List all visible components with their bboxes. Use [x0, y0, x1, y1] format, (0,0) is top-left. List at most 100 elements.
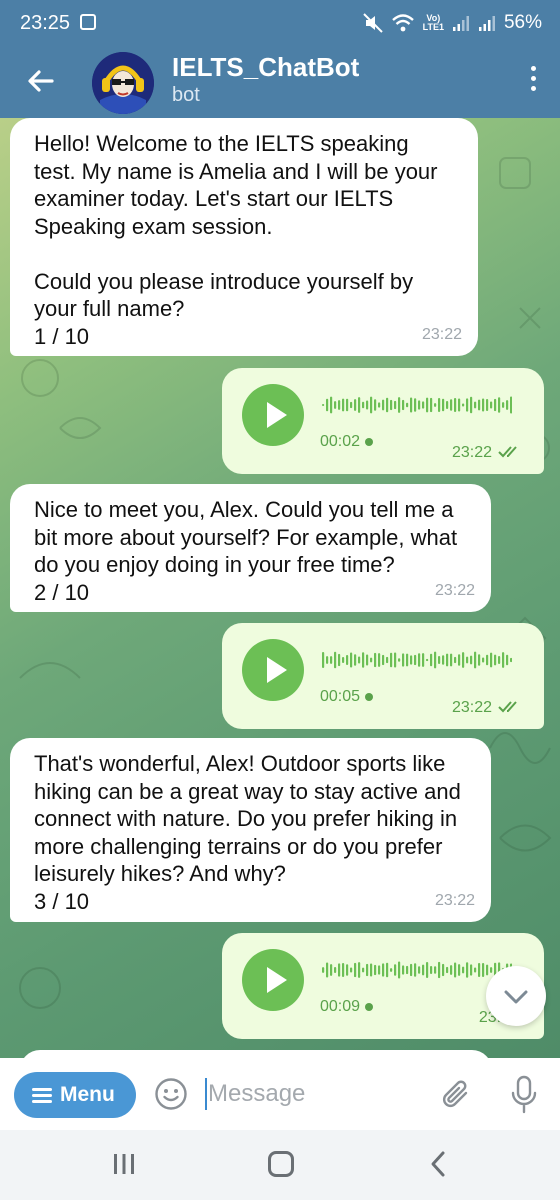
waveform-bar	[386, 962, 389, 978]
chat-area[interactable]: Hello! Welcome to the IELTS speaking tes…	[0, 118, 560, 1058]
waveform-bar	[346, 398, 349, 412]
waveform-bar	[490, 652, 493, 668]
waveform-bar	[346, 654, 349, 666]
message-text: That's wonderful, Alex! Outdoor sports l…	[34, 751, 461, 914]
waveform-bar	[442, 655, 445, 665]
hamburger-icon	[32, 1085, 52, 1106]
waveform-bar	[422, 401, 425, 409]
message-time: 23:22	[434, 891, 475, 909]
waveform-bar	[330, 656, 333, 664]
message-time-row: 23:22	[452, 439, 522, 467]
waveform-bar	[410, 655, 413, 665]
waveform-bar	[434, 403, 437, 407]
incoming-message[interactable]: Hello! Welcome to the IELTS speaking tes…	[10, 118, 478, 356]
waveform-bar	[374, 964, 377, 976]
waveform-bar	[382, 399, 385, 411]
incoming-message[interactable]: That's wonderful, Alex! Outdoor sports l…	[10, 738, 491, 922]
waveform-bar	[494, 654, 497, 666]
waveform-bar	[342, 963, 345, 977]
waveform-bar	[510, 657, 512, 663]
waveform-icon[interactable]	[322, 957, 512, 983]
waveform-bar	[438, 655, 441, 665]
waveform-bar	[394, 652, 397, 668]
back-arrow-icon[interactable]	[24, 64, 58, 98]
waveform-bar	[454, 962, 457, 978]
waveform-bar	[454, 398, 457, 412]
message-input[interactable]	[208, 1076, 408, 1112]
menu-label: Menu	[60, 1083, 115, 1106]
waveform-icon[interactable]	[322, 647, 512, 673]
waveform-bar	[446, 966, 449, 974]
waveform-bar	[422, 653, 425, 667]
waveform-bar	[394, 400, 397, 410]
signal-icon-2	[478, 16, 495, 31]
waveform-bar	[358, 656, 361, 664]
waveform-bar	[470, 655, 473, 665]
menu-button[interactable]: Menu	[14, 1072, 136, 1118]
voice-message[interactable]: 00:05 23:22	[222, 623, 544, 729]
waveform-bar	[378, 653, 381, 667]
waveform-bar	[326, 656, 329, 664]
waveform-bar	[398, 397, 401, 413]
waveform-bar	[486, 399, 489, 411]
waveform-bar	[470, 396, 473, 414]
waveform-bar	[506, 654, 509, 666]
home-icon[interactable]	[268, 1151, 294, 1177]
double-check-icon	[498, 701, 517, 713]
waveform-bar	[510, 396, 512, 414]
waveform-bar	[350, 652, 353, 668]
incoming-message[interactable]: Nice to meet you, Alex. Could you tell m…	[10, 484, 491, 612]
waveform-bar	[406, 653, 409, 667]
waveform-bar	[322, 652, 325, 668]
waveform-bar	[394, 964, 397, 976]
waveform-bar	[350, 401, 353, 409]
waveform-bar	[322, 967, 325, 973]
waveform-bar	[458, 654, 461, 666]
microphone-icon[interactable]	[510, 1075, 538, 1115]
waveform-bar	[482, 963, 485, 977]
waveform-bar	[494, 398, 497, 412]
chat-title[interactable]: IELTS_ChatBot	[172, 52, 359, 83]
voice-duration: 00:05	[320, 683, 374, 711]
waveform-bar	[482, 398, 485, 412]
waveform-bar	[414, 398, 417, 412]
waveform-bar	[402, 399, 405, 411]
text-cursor	[205, 1078, 207, 1110]
voice-message[interactable]: 00:02 23:22	[222, 368, 544, 474]
unplayed-dot	[365, 437, 374, 446]
waveform-bar	[354, 399, 357, 411]
emoji-icon[interactable]	[154, 1077, 188, 1111]
more-options-icon[interactable]	[528, 66, 538, 96]
waveform-bar	[342, 657, 345, 663]
waveform-bar	[466, 656, 469, 664]
scroll-down-button[interactable]	[486, 966, 546, 1026]
message-time: 23:22	[421, 325, 462, 343]
paperclip-icon[interactable]	[440, 1077, 474, 1113]
waveform-bar	[466, 962, 469, 978]
play-button[interactable]	[242, 384, 304, 446]
waveform-bar	[322, 404, 325, 406]
waveform-bar	[434, 966, 437, 974]
waveform-bar	[490, 401, 493, 409]
incoming-message-partial[interactable]	[20, 1050, 492, 1058]
waveform-bar	[462, 403, 465, 407]
gallery-notification-icon	[80, 14, 96, 30]
waveform-bar	[342, 398, 345, 412]
waveform-bar	[402, 965, 405, 975]
play-button[interactable]	[242, 639, 304, 701]
waveform-bar	[326, 962, 329, 978]
avatar[interactable]	[92, 52, 154, 114]
status-bar: 23:25 Vo) LTE1 56%	[0, 0, 560, 46]
waveform-bar	[338, 653, 341, 667]
waveform-icon[interactable]	[322, 392, 512, 418]
waveform-bar	[386, 656, 389, 664]
nav-back-icon[interactable]	[428, 1150, 448, 1178]
waveform-bar	[478, 654, 481, 666]
waveform-bar	[418, 966, 421, 974]
waveform-bar	[370, 396, 373, 414]
play-button[interactable]	[242, 949, 304, 1011]
recent-apps-icon[interactable]	[112, 1152, 136, 1176]
message-time: 23:22	[451, 443, 492, 461]
voice-duration: 00:02	[320, 428, 374, 456]
system-nav-bar	[0, 1130, 560, 1200]
